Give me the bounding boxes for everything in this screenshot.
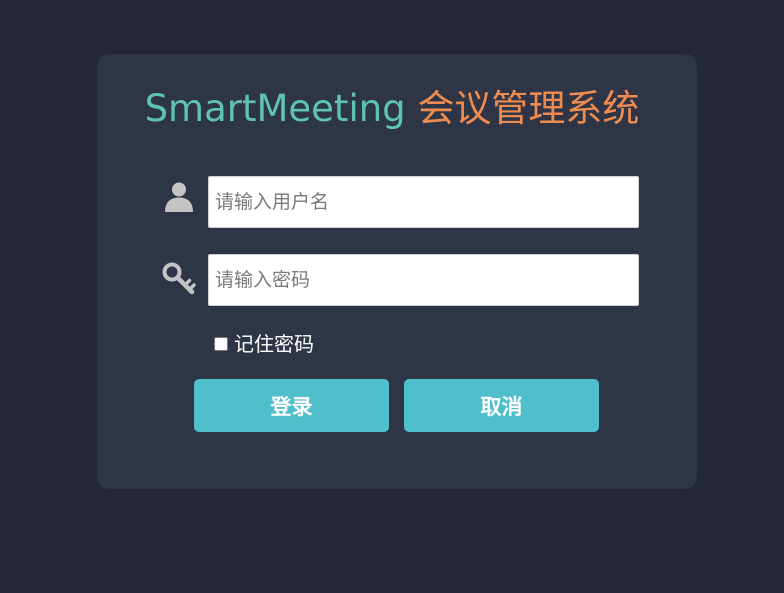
cancel-button[interactable]: 取消 [404,379,599,432]
remember-password-label: 记住密码 [234,332,314,356]
login-button[interactable]: 登录 [194,379,389,432]
key-icon [161,261,197,297]
remember-password: 记住密码 [213,331,314,357]
page-title: SmartMeeting 会议管理系统 [0,84,784,134]
username-input[interactable] [208,176,639,228]
system-name: 会议管理系统 [417,87,640,130]
password-input[interactable] [208,254,639,306]
brand-name: SmartMeeting [144,87,406,130]
user-icon [161,180,197,216]
remember-password-checkbox[interactable] [214,337,228,351]
